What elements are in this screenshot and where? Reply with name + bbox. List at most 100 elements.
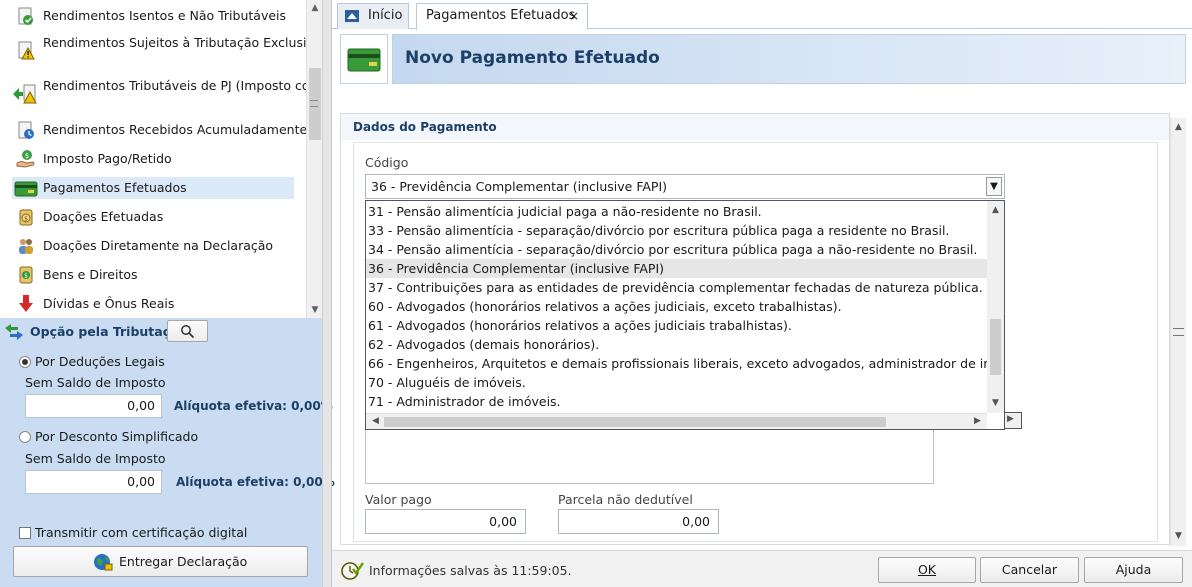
card-icon bbox=[14, 181, 38, 197]
tab-label: Início bbox=[368, 8, 403, 23]
panel-divider[interactable] bbox=[322, 0, 332, 587]
grip-icon bbox=[1173, 328, 1184, 336]
tab-bar: Início Pagamentos Efetuados × bbox=[332, 0, 1192, 30]
dropdown-option[interactable]: 60 - Advogados (honorários relativos a a… bbox=[366, 297, 987, 316]
dropdown-option[interactable]: 62 - Advogados (demais honorários). bbox=[366, 335, 987, 354]
save-status-text: Informações salvas às 11:59:05. bbox=[369, 563, 572, 578]
warning-doc-icon bbox=[18, 41, 35, 60]
nav-item-rendimentos-isentos[interactable]: Rendimentos Isentos e Não Tributáveis bbox=[12, 5, 294, 27]
nav-item-label: Bens e Direitos bbox=[43, 267, 138, 282]
section-header: Dados do Pagamento bbox=[341, 114, 1169, 140]
nav-item-label: Pagamentos Efetuados bbox=[43, 180, 187, 195]
card-icon bbox=[347, 48, 381, 72]
nav-item-label: Rendimentos Isentos e Não Tributáveis bbox=[43, 8, 287, 23]
dropdown-horizontal-scrollbar[interactable]: ◀ ▶ bbox=[366, 413, 987, 429]
tax-arrows-icon bbox=[5, 324, 23, 340]
scrollbar-thumb[interactable] bbox=[990, 319, 1001, 375]
cancel-button[interactable]: Cancelar bbox=[980, 557, 1079, 583]
dropdown-vertical-scrollbar[interactable]: ▲ ▼ bbox=[987, 201, 1004, 413]
svg-text:$: $ bbox=[24, 273, 28, 280]
page-title: Novo Pagamento Efetuado bbox=[405, 48, 660, 68]
nav-scrollbar[interactable]: ▲ ▼ bbox=[306, 0, 322, 318]
coin-jar-icon: $ bbox=[19, 209, 33, 226]
dropdown-corner-right-arrow[interactable]: ▶ bbox=[1005, 412, 1022, 429]
red-arrow-down-icon bbox=[19, 295, 33, 312]
page-header: Novo Pagamento Efetuado bbox=[340, 34, 1186, 84]
tax-option-panel: Opção pela Tributação: Por Deduções Lega… bbox=[0, 318, 335, 587]
home-icon bbox=[345, 10, 359, 22]
nav-item-imposto-pago[interactable]: $ Imposto Pago/Retido bbox=[12, 148, 294, 170]
legal-deductions-radio[interactable] bbox=[19, 356, 31, 368]
digital-cert-label[interactable]: Transmitir com certificação digital bbox=[35, 525, 247, 540]
scroll-right-icon[interactable]: ▶ bbox=[1007, 414, 1014, 424]
cancel-button-label: Cancelar bbox=[1001, 562, 1058, 577]
description-textarea[interactable] bbox=[365, 428, 934, 484]
submit-declaration-button[interactable]: Entregar Declaração bbox=[13, 546, 308, 577]
simple-effective-rate: Alíquota efetiva: 0,00% bbox=[176, 475, 335, 489]
navigation-list: Rendimentos Isentos e Não Tributáveis Re… bbox=[0, 0, 306, 318]
scroll-up-icon[interactable]: ▲ bbox=[1171, 120, 1186, 135]
scroll-down-icon[interactable]: ▼ bbox=[309, 304, 321, 316]
nav-item-rendimentos-pj-suspensa[interactable]: Rendimentos Tributáveis de PJ (Imposto c… bbox=[12, 76, 306, 112]
scroll-right-icon[interactable]: ▶ bbox=[970, 414, 985, 429]
dropdown-option[interactable]: 61 - Advogados (honorários relativos a a… bbox=[366, 316, 987, 335]
dropdown-option[interactable]: 66 - Engenheiros, Arquitetos e demais pr… bbox=[366, 354, 987, 373]
scrollbar-thumb[interactable] bbox=[384, 417, 886, 427]
legal-effective-rate: Alíquota efetiva: 0,00% bbox=[174, 399, 333, 413]
tab-pagamentos-efetuados[interactable]: Pagamentos Efetuados × bbox=[416, 3, 588, 30]
scroll-left-icon[interactable]: ◀ bbox=[368, 414, 383, 429]
tab-inicio[interactable]: Início bbox=[337, 3, 409, 29]
search-button[interactable] bbox=[167, 320, 208, 342]
dropdown-option-selected[interactable]: 36 - Previdência Complementar (inclusive… bbox=[366, 259, 987, 278]
nav-item-rendimentos-exclusiva[interactable]: Rendimentos Sujeitos à Tributação Exclus… bbox=[12, 33, 306, 69]
dropdown-option[interactable]: 70 - Aluguéis de imóveis. bbox=[366, 373, 987, 392]
dropdown-option[interactable]: 33 - Pensão alimentícia - separação/divó… bbox=[366, 221, 987, 240]
parcela-nao-dedutivel-input[interactable]: 0,00 bbox=[558, 509, 719, 534]
codigo-label: Código bbox=[365, 155, 409, 170]
codigo-selected-value: 36 - Previdência Complementar (inclusive… bbox=[371, 179, 668, 194]
nav-item-bens-direitos[interactable]: $ Bens e Direitos bbox=[12, 264, 294, 286]
section-title: Dados do Pagamento bbox=[353, 120, 497, 134]
help-button[interactable]: Ajuda bbox=[1084, 557, 1183, 583]
nav-item-rendimentos-acumuladamente[interactable]: Rendimentos Recebidos Acumuladamente bbox=[12, 119, 306, 141]
ok-button[interactable]: OK bbox=[878, 557, 976, 583]
ok-button-label: OK bbox=[917, 562, 937, 577]
tab-label: Pagamentos Efetuados bbox=[426, 8, 576, 23]
scroll-down-icon[interactable]: ▼ bbox=[988, 396, 1003, 411]
digital-cert-checkbox[interactable] bbox=[19, 527, 31, 539]
simple-balance-label: Sem Saldo de Imposto bbox=[25, 451, 166, 466]
scroll-down-icon[interactable]: ▼ bbox=[1171, 529, 1186, 544]
codigo-dropdown-list[interactable]: 31 - Pensão alimentícia judicial paga a … bbox=[365, 200, 1005, 430]
money-bag-icon: $ bbox=[19, 266, 33, 284]
nav-item-doacoes-efetuadas[interactable]: $ Doações Efetuadas bbox=[12, 206, 294, 228]
main-vertical-scrollbar[interactable]: ▲ ▼ bbox=[1170, 118, 1186, 546]
legal-deductions-label[interactable]: Por Deduções Legais bbox=[35, 354, 165, 369]
nav-item-doacoes-declaracao[interactable]: Doações Diretamente na Declaração bbox=[12, 235, 294, 257]
help-button-label: Ajuda bbox=[1115, 562, 1152, 577]
nav-item-pagamentos-efetuados[interactable]: Pagamentos Efetuados bbox=[12, 177, 294, 199]
hand-coin-icon: $ bbox=[16, 150, 35, 168]
simplified-discount-radio[interactable] bbox=[19, 431, 31, 443]
scroll-up-icon[interactable]: ▲ bbox=[309, 2, 321, 14]
close-icon[interactable]: × bbox=[569, 4, 579, 28]
dropdown-option[interactable]: 37 - Contribuições para as entidades de … bbox=[366, 278, 987, 297]
legal-balance-label: Sem Saldo de Imposto bbox=[25, 375, 166, 390]
globe-icon bbox=[94, 554, 113, 571]
valor-pago-input[interactable]: 0,00 bbox=[365, 509, 526, 534]
valor-pago-label: Valor pago bbox=[365, 492, 432, 507]
dropdown-option[interactable]: 34 - Pensão alimentícia - separação/divó… bbox=[366, 240, 987, 259]
scroll-up-icon[interactable]: ▲ bbox=[988, 203, 1003, 218]
clock-doc-icon bbox=[18, 121, 34, 139]
nav-item-label: Imposto Pago/Retido bbox=[43, 151, 172, 166]
codigo-select[interactable]: 36 - Previdência Complementar (inclusive… bbox=[365, 174, 1005, 199]
nav-item-dividas-onus[interactable]: Dívidas e Ônus Reais bbox=[12, 293, 294, 315]
simple-tax-value: 0,00 bbox=[25, 470, 162, 494]
chevron-down-icon[interactable]: ▼ bbox=[986, 177, 1002, 196]
dropdown-option[interactable]: 31 - Pensão alimentícia judicial paga a … bbox=[366, 202, 987, 221]
nav-item-label: Doações Efetuadas bbox=[43, 209, 164, 224]
header-title-bar: Novo Pagamento Efetuado bbox=[392, 34, 1186, 84]
simplified-discount-label[interactable]: Por Desconto Simplificado bbox=[35, 429, 198, 444]
dropdown-option[interactable]: 71 - Administrador de imóveis. bbox=[366, 392, 987, 411]
footer-bar: Informações salvas às 11:59:05. OK Cance… bbox=[332, 550, 1192, 587]
nav-item-label: Rendimentos Sujeitos à Tributação Exclus… bbox=[43, 35, 306, 50]
